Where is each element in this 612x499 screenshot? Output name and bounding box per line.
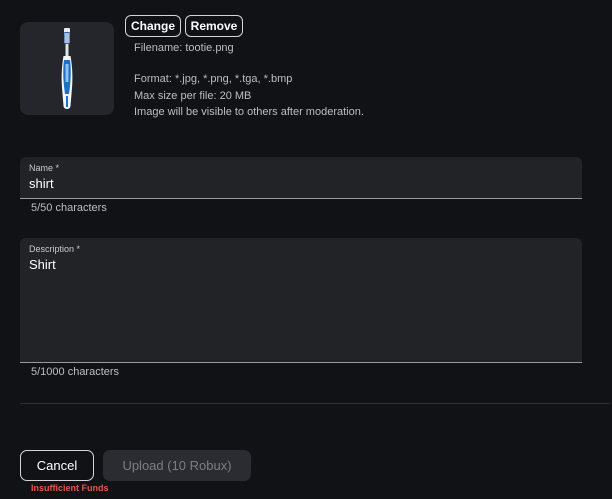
remove-image-button[interactable]: Remove [185,15,243,37]
toothbrush-image [61,27,73,109]
filename-text: Filename: tootie.png [134,42,234,54]
name-field[interactable]: Name * shirt [20,157,582,199]
name-field-label: Name * [29,163,60,173]
description-field[interactable]: Description * Shirt [20,238,582,363]
insufficient-funds-error: Insufficient Funds [31,483,109,493]
cancel-button[interactable]: Cancel [20,450,94,481]
name-input-value[interactable]: shirt [29,176,54,191]
visibility-note-text: Image will be visible to others after mo… [134,106,364,118]
section-divider [20,403,610,404]
description-character-count: 5/1000 characters [31,366,120,378]
upload-button[interactable]: Upload (10 Robux) [103,450,251,481]
max-size-text: Max size per file: 20 MB [134,90,252,102]
image-thumbnail [20,22,114,115]
description-input-value[interactable]: Shirt [29,257,56,272]
format-text: Format: *.jpg, *.png, *.tga, *.bmp [134,73,293,85]
name-character-count: 5/50 characters [31,202,107,214]
change-image-button[interactable]: Change [125,15,181,37]
description-field-label: Description * [29,244,81,254]
